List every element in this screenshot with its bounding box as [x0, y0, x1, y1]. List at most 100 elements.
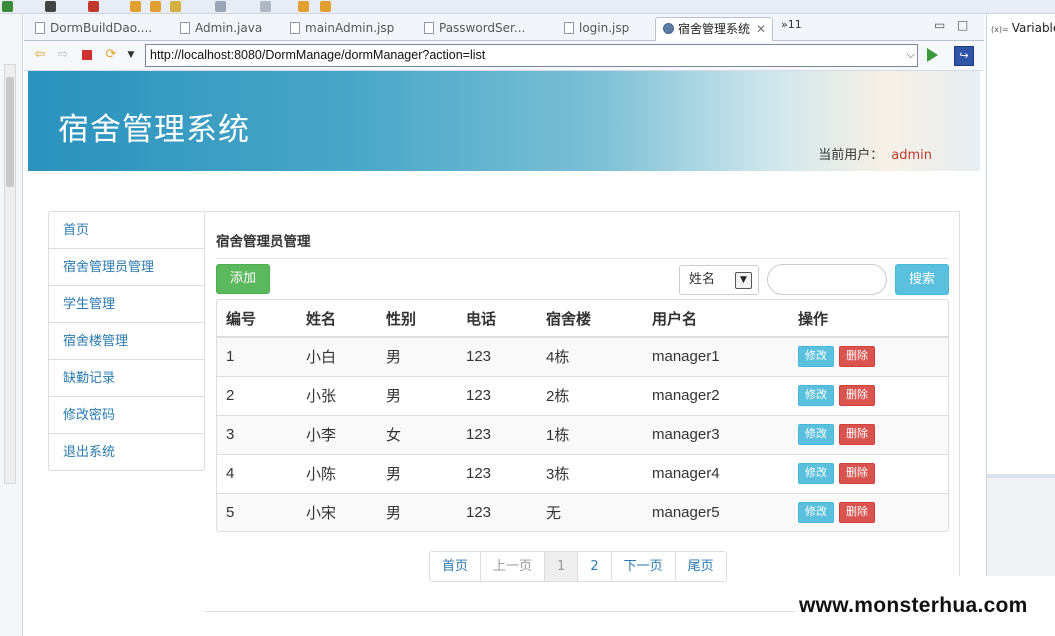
page-prev[interactable]: 上一页 — [481, 552, 546, 581]
minimize-icon[interactable]: ▭ — [934, 18, 945, 32]
edit-button[interactable]: 修改 — [798, 385, 834, 406]
java-file-icon — [180, 22, 190, 34]
current-user-name: admin — [891, 148, 932, 163]
maximize-icon[interactable]: □ — [957, 18, 968, 32]
page-last[interactable]: 尾页 — [675, 552, 726, 581]
ide-toolbar-strip — [0, 0, 1055, 14]
column-header-gender: 性别 — [377, 300, 457, 338]
external-browser-icon[interactable]: ↪ — [954, 46, 974, 66]
close-icon[interactable]: ✕ — [756, 22, 766, 36]
delete-button[interactable]: 删除 — [839, 463, 875, 484]
sidebar-item-home[interactable]: 首页 — [49, 212, 204, 249]
tab-passwordser[interactable]: PasswordSer... — [417, 17, 531, 41]
delete-button[interactable]: 删除 — [839, 424, 875, 445]
cell-building: 无 — [537, 492, 643, 531]
cell-actions: 修改 删除 — [789, 336, 948, 376]
scrollbar-thumb[interactable] — [6, 77, 14, 187]
sidebar-item-password[interactable]: 修改密码 — [49, 397, 204, 434]
search-input[interactable] — [767, 264, 887, 295]
tab-mainadmin-jsp[interactable]: mainAdmin.jsp — [283, 17, 400, 41]
edit-button[interactable]: 修改 — [798, 463, 834, 484]
chevron-down-icon[interactable]: ⌵ — [907, 45, 915, 66]
watermark: www.monsterhua.com — [795, 576, 1055, 636]
column-header-username: 用户名 — [643, 300, 789, 338]
table-row: 4 小陈 男 123 3栋 manager4 修改 删除 — [217, 453, 948, 493]
tab-browser-active[interactable]: 宿舍管理系统 ✕ — [655, 17, 774, 41]
stop-icon[interactable] — [79, 47, 95, 63]
cell-phone: 123 — [457, 336, 537, 376]
toolbar-icon[interactable] — [170, 1, 181, 12]
cell-phone: 123 — [457, 375, 537, 415]
cell-building: 4栋 — [537, 336, 643, 376]
column-header-name: 姓名 — [297, 300, 377, 338]
sidebar-item-dorm-manager[interactable]: 宿舍管理员管理 — [49, 249, 204, 286]
url-input[interactable]: http://localhost:8080/DormManage/dormMan… — [145, 44, 918, 67]
section-title: 宿舍管理员管理 — [216, 234, 311, 250]
sidebar-item-students[interactable]: 学生管理 — [49, 286, 204, 323]
cell-actions: 修改 删除 — [789, 453, 948, 493]
sidebar-item-absence[interactable]: 缺勤记录 — [49, 360, 204, 397]
toolbar-icon[interactable] — [130, 1, 141, 12]
cell-actions: 修改 删除 — [789, 375, 948, 415]
sidebar-menu: 首页 宿舍管理员管理 学生管理 宿舍楼管理 缺勤记录 修改密码 退出系统 — [48, 211, 205, 471]
search-button[interactable]: 搜索 — [895, 264, 949, 295]
tab-variables[interactable]: (x)=Variables — [991, 21, 1055, 35]
cell-name: 小陈 — [297, 453, 377, 493]
add-button[interactable]: 添加 — [216, 264, 270, 294]
tab-admin-java[interactable]: Admin.java — [173, 17, 268, 41]
cell-username: manager5 — [643, 492, 789, 531]
table-header-row: 编号 姓名 性别 电话 宿舍楼 用户名 操作 — [217, 300, 948, 338]
tab-overflow-button[interactable]: »11 — [781, 18, 802, 31]
sidebar-item-logout[interactable]: 退出系统 — [49, 434, 204, 471]
site-banner: 宿舍管理系统 当前用户： admin — [28, 71, 980, 171]
tab-dormbuilddao[interactable]: DormBuildDao.... — [28, 17, 158, 41]
refresh-icon[interactable]: ⟳ — [103, 47, 119, 63]
cell-id: 4 — [217, 453, 297, 493]
left-scrollbar[interactable] — [4, 64, 16, 484]
delete-button[interactable]: 删除 — [839, 502, 875, 524]
sidebar-item-buildings[interactable]: 宿舍楼管理 — [49, 323, 204, 360]
url-text: http://localhost:8080/DormManage/dormMan… — [150, 48, 486, 62]
tab-label: login.jsp — [579, 21, 630, 35]
watermark-text: www.monsterhua.com — [799, 594, 1028, 617]
pagination: 首页 上一页 1 2 下一页 尾页 — [429, 551, 727, 582]
toolbar-icon[interactable] — [2, 1, 13, 12]
toolbar-icon[interactable] — [320, 1, 331, 12]
table-row: 2 小张 男 123 2栋 manager2 修改 删除 — [217, 375, 948, 415]
delete-button[interactable]: 删除 — [839, 385, 875, 406]
search-field-select[interactable]: 姓名 ▼ — [679, 265, 759, 295]
page-first[interactable]: 首页 — [430, 552, 482, 581]
cell-id: 1 — [217, 336, 297, 376]
cell-gender: 男 — [377, 453, 457, 493]
back-icon[interactable]: ⇦ — [32, 47, 48, 63]
toolbar-icon[interactable] — [150, 1, 161, 12]
current-user-line: 当前用户： admin — [818, 144, 932, 163]
go-icon[interactable] — [927, 48, 938, 62]
delete-button[interactable]: 删除 — [839, 346, 875, 368]
toolbar-icon[interactable] — [298, 1, 309, 12]
cell-gender: 女 — [377, 414, 457, 454]
toolbar-icon[interactable] — [260, 1, 271, 12]
cell-gender: 男 — [377, 492, 457, 531]
cell-actions: 修改 删除 — [789, 414, 948, 454]
edit-button[interactable]: 修改 — [798, 424, 834, 445]
column-header-building: 宿舍楼 — [537, 300, 643, 338]
web-page: 宿舍管理系统 当前用户： admin 首页 宿舍管理员管理 学生管理 宿舍楼管理 … — [28, 71, 980, 636]
table-row: 5 小宋 男 123 无 manager5 修改 删除 — [217, 492, 948, 531]
tab-login-jsp[interactable]: login.jsp — [557, 17, 635, 41]
cell-phone: 123 — [457, 492, 537, 531]
toolbar-icon[interactable] — [88, 1, 99, 12]
toolbar-icon[interactable] — [45, 1, 56, 12]
forward-icon[interactable]: ⇨ — [55, 47, 71, 63]
cell-id: 3 — [217, 414, 297, 454]
chevron-down-icon[interactable]: ▼ — [735, 272, 752, 289]
chevron-down-icon[interactable]: ▼ — [123, 47, 139, 63]
ide-window: DormBuildDao.... Admin.java mainAdmin.js… — [0, 0, 1055, 636]
edit-button[interactable]: 修改 — [798, 346, 834, 368]
cell-actions: 修改 删除 — [789, 492, 948, 531]
page-next[interactable]: 下一页 — [611, 552, 676, 581]
edit-button[interactable]: 修改 — [798, 502, 834, 524]
toolbar-icon[interactable] — [215, 1, 226, 12]
page-2[interactable]: 2 — [578, 552, 612, 581]
page-1[interactable]: 1 — [545, 552, 579, 581]
